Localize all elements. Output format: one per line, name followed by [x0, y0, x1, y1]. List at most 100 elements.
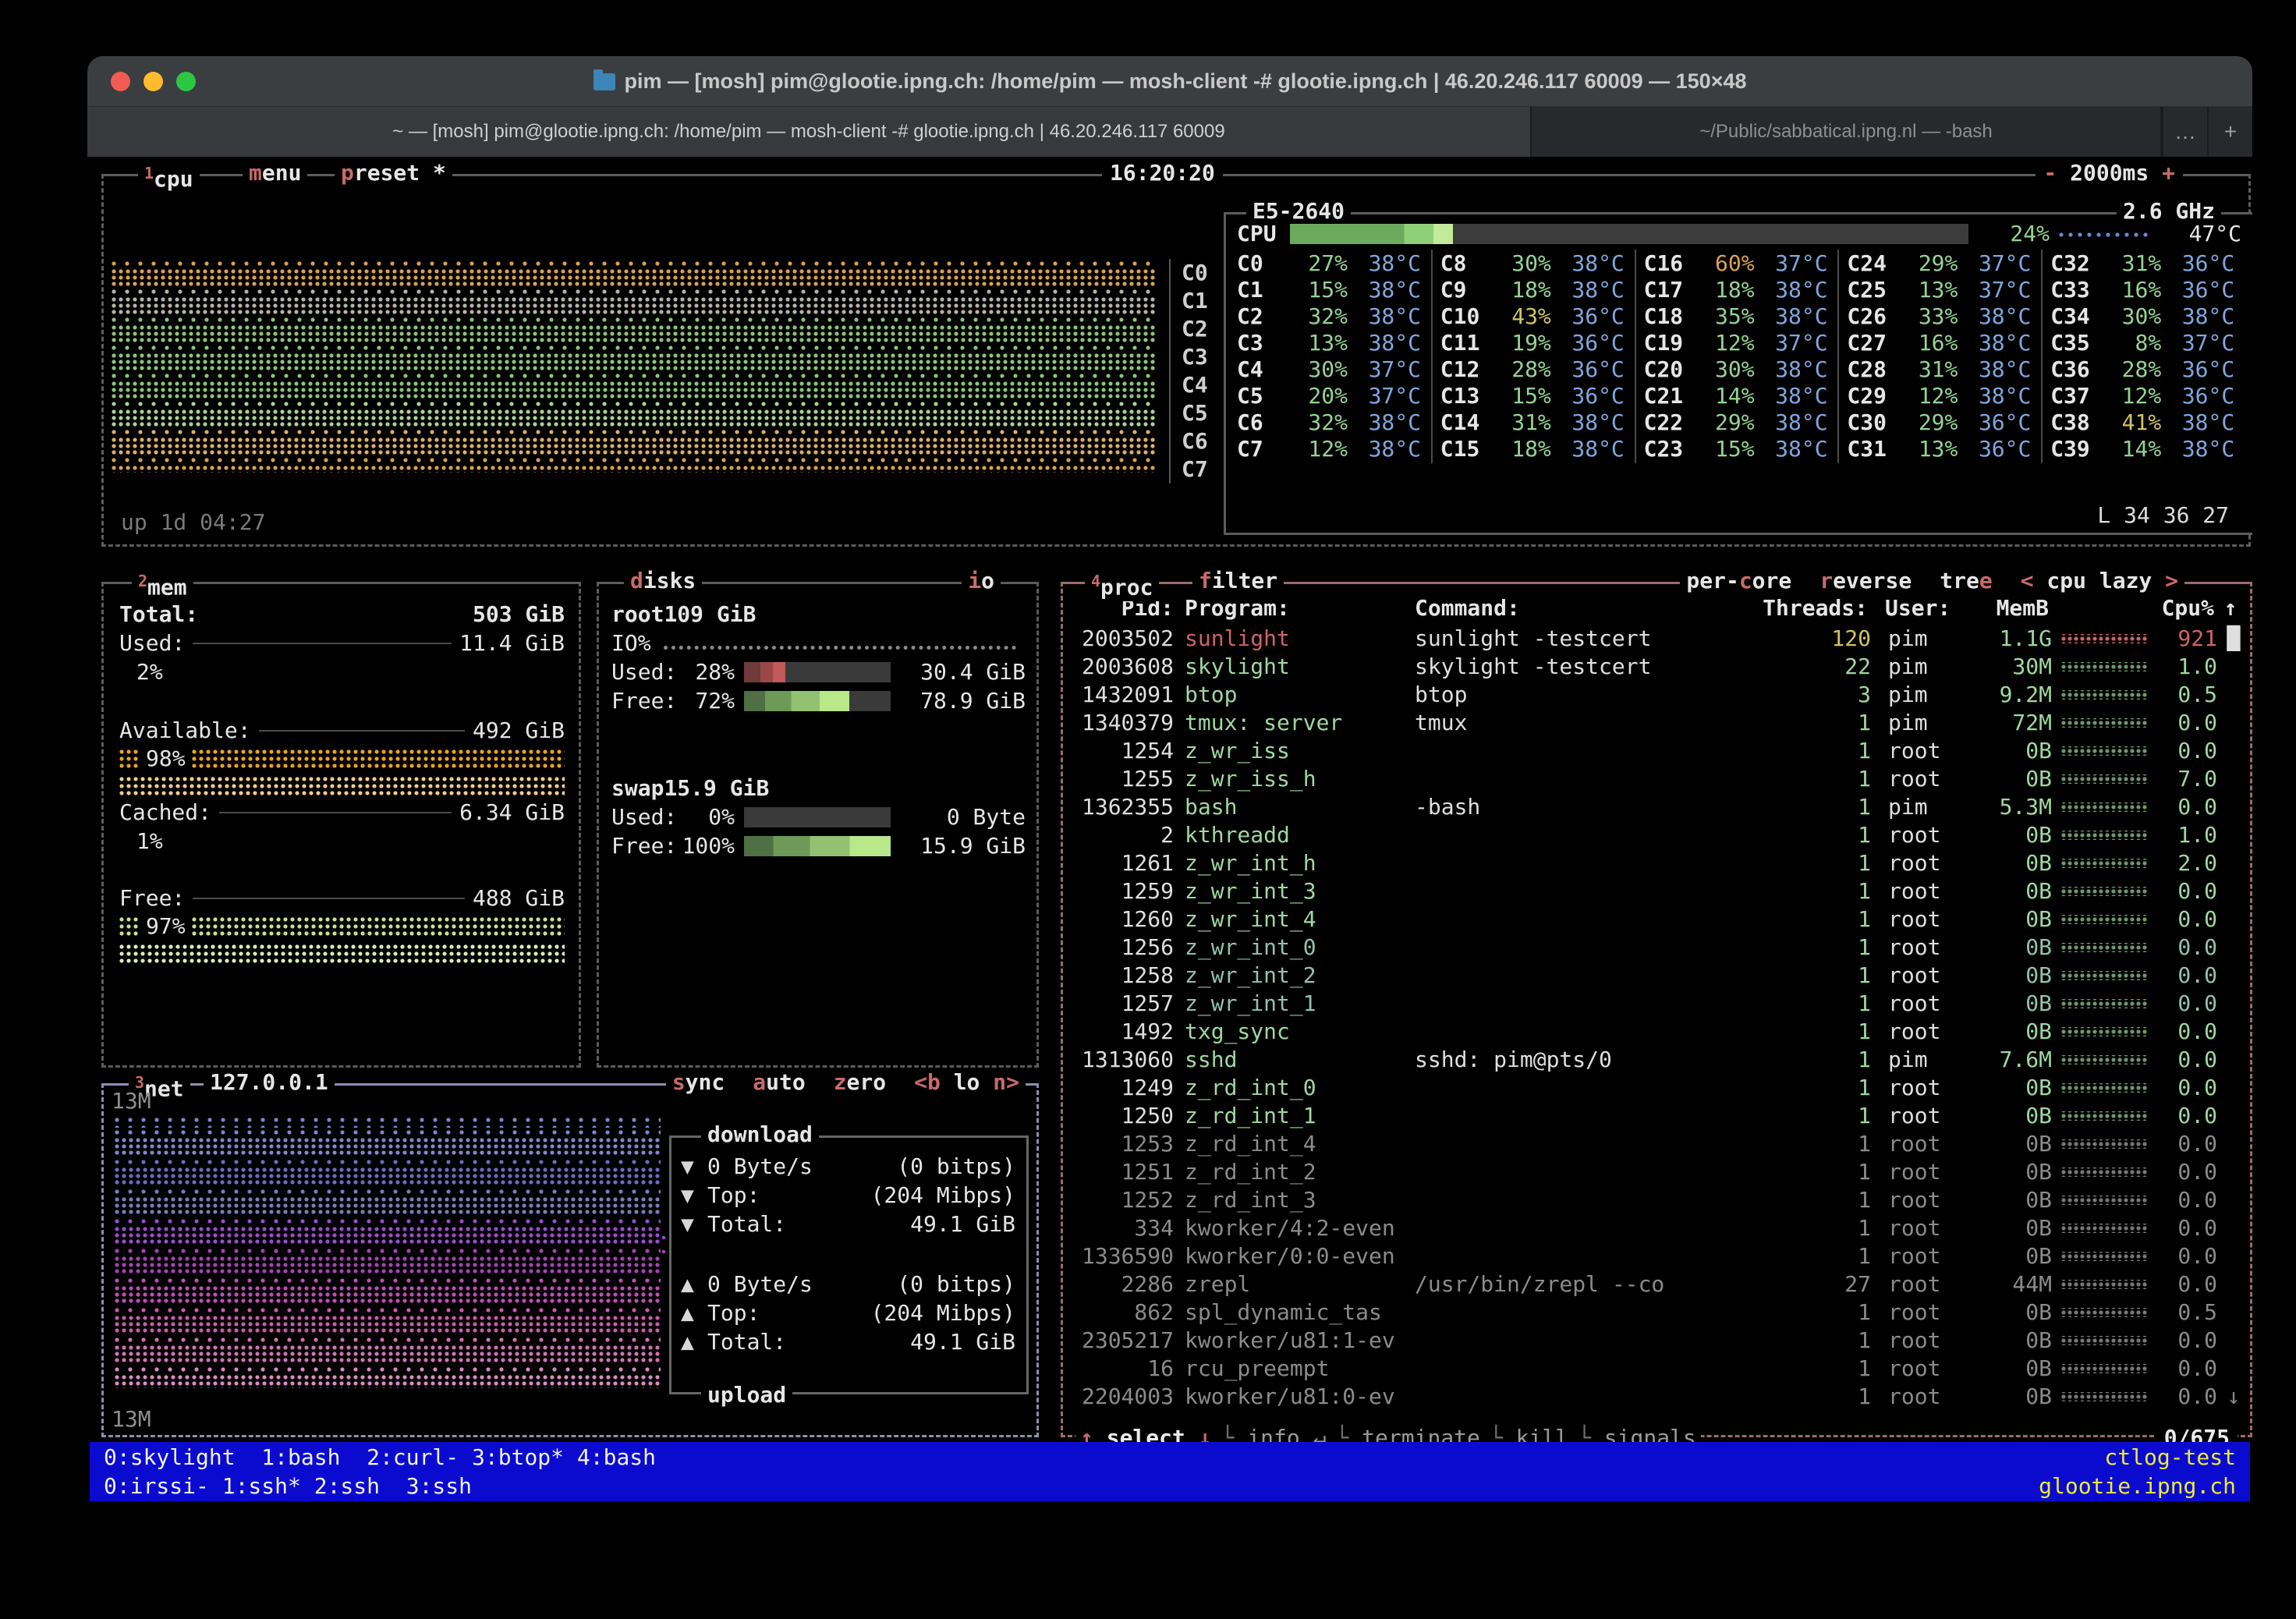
stat-label: Total:	[707, 1210, 910, 1238]
filter-button[interactable]: filter	[1192, 567, 1284, 595]
process-row[interactable]: 2003502 sunlight sunlight -testcert 120 …	[1072, 625, 2245, 653]
scroll-up-icon[interactable]: ↑	[2219, 594, 2242, 622]
menu-button[interactable]: menu	[243, 159, 307, 187]
process-program: spl_dynamic_tas	[1185, 1298, 1407, 1327]
process-memory: 0B	[1974, 1130, 2052, 1158]
column-command[interactable]: Command:	[1415, 594, 1759, 622]
tab-overflow-button[interactable]: …	[2162, 107, 2207, 157]
process-row[interactable]: 1254 z_wr_iss 1 root 0B 0.0	[1072, 737, 2245, 765]
minimize-button[interactable]	[144, 72, 163, 91]
process-program: z_rd_int_4	[1185, 1130, 1407, 1158]
process-row[interactable]: 1253 z_rd_int_4 1 root 0B 0.0	[1072, 1130, 2245, 1158]
sort-next[interactable]: >	[2152, 568, 2178, 593]
tmux-windows-line1[interactable]: 0:skylight 1:bash 2:curl- 3:btop* 4:bash	[104, 1444, 656, 1472]
net-graph-band	[115, 1189, 661, 1215]
core-percent: 13%	[1897, 276, 1958, 304]
process-pid: 1261	[1072, 849, 1174, 877]
core-cell: C1835%38°C	[1635, 303, 1838, 331]
process-row[interactable]: 2003608 skylight skylight -testcert 22 p…	[1072, 653, 2245, 681]
process-row[interactable]: 1313060 sshd sshd: pim@pts/0 1 pim 7.6M …	[1072, 1046, 2245, 1074]
process-row[interactable]: 1249 z_rd_int_0 1 root 0B 0.0	[1072, 1074, 2245, 1102]
net-graph-band	[115, 1337, 661, 1363]
column-cpu[interactable]: Cpu%	[2152, 594, 2214, 622]
switch-next[interactable]: n>	[993, 1069, 1019, 1095]
load-average: L 34 36 27	[2097, 501, 2229, 530]
core-id: C13	[1440, 382, 1490, 410]
process-row[interactable]: 1252 z_rd_int_3 1 root 0B 0.0	[1072, 1186, 2245, 1214]
network-interface[interactable]: 127.0.0.1	[204, 1068, 335, 1096]
interval-decrease-button[interactable]: -	[2043, 160, 2070, 186]
mem-cached-label: Cached:	[119, 799, 211, 827]
process-row[interactable]: 1258 z_wr_int_2 1 root 0B 0.0	[1072, 962, 2245, 990]
process-row[interactable]: 1251 z_rd_int_2 1 root 0B 0.0	[1072, 1158, 2245, 1186]
process-pid: 1432091	[1072, 681, 1174, 709]
sort-switcher[interactable]: < cpu lazy >	[2021, 567, 2178, 595]
process-row[interactable]: 1250 z_rd_int_1 1 root 0B 0.0	[1072, 1102, 2245, 1130]
network-option-button[interactable]: zero	[834, 1068, 886, 1096]
process-row[interactable]: 1257 z_wr_int_1 1 root 0B 0.0	[1072, 990, 2245, 1018]
process-row[interactable]: 1336590 kworker/0:0-even 1 root 0B 0.0	[1072, 1242, 2245, 1270]
process-row[interactable]: 1261 z_wr_int_h 1 root 0B 2.0	[1072, 849, 2245, 877]
process-row[interactable]: 1362355 bash -bash 1 pim 5.3M 0.0	[1072, 793, 2245, 821]
tab-bash-session[interactable]: ~/Public/sabbatical.ipng.nl — -bash	[1532, 107, 2162, 157]
column-threads[interactable]: Threads:	[1759, 594, 1868, 622]
io-toggle[interactable]: io	[962, 567, 1001, 595]
folder-icon	[593, 73, 615, 90]
process-cpu-percent: 0.0	[2155, 1327, 2217, 1355]
process-row[interactable]: 334 kworker/4:2-even 1 root 0B 0.0	[1072, 1214, 2245, 1242]
column-user[interactable]: User:	[1885, 594, 1971, 622]
process-option-button[interactable]: per-core	[1686, 567, 1791, 595]
process-row[interactable]: 1260 z_wr_int_4 1 root 0B 0.0	[1072, 905, 2245, 933]
core-cell: C830%38°C	[1431, 250, 1635, 278]
cpu-history-dots	[2061, 634, 2149, 643]
new-tab-button[interactable]: +	[2207, 107, 2252, 157]
process-row[interactable]: 1255 z_wr_iss_h 1 root 0B 7.0	[1072, 765, 2245, 793]
tmux-windows-line2[interactable]: 0:irssi- 1:ssh* 2:ssh 3:ssh	[104, 1472, 472, 1500]
interface-switcher[interactable]: <b lo n>	[914, 1068, 1019, 1096]
process-cpu-percent: 0.0	[2155, 1130, 2217, 1158]
core-id: C19	[1644, 329, 1694, 357]
core-percent: 30%	[1490, 250, 1551, 278]
network-option-button[interactable]: sync	[672, 1068, 725, 1096]
process-row[interactable]: 1256 z_wr_int_0 1 root 0B 0.0	[1072, 933, 2245, 962]
scrollbar-marker[interactable]: █	[2222, 625, 2245, 653]
cpu-panel-title[interactable]: 1cpu	[138, 159, 200, 193]
process-row[interactable]: 16 rcu_preempt 1 root 0B 0.0	[1072, 1355, 2245, 1383]
process-cpu-percent: 0.5	[2155, 1298, 2217, 1327]
preset-button[interactable]: preset *	[335, 159, 452, 187]
core-temp: 38°C	[1958, 329, 2031, 357]
column-memory[interactable]: MemB	[1971, 594, 2049, 622]
process-row[interactable]: 1432091 btop btop 3 pim 9.2M 0.5	[1072, 681, 2245, 709]
core-percent: 30%	[1287, 356, 1348, 384]
process-row[interactable]: 2 kthreadd 1 root 0B 1.0	[1072, 821, 2245, 849]
memory-panel-title[interactable]: 2mem	[132, 567, 193, 601]
interval-increase-button[interactable]: +	[2149, 160, 2175, 186]
column-program[interactable]: Program:	[1185, 594, 1407, 622]
process-program: skylight	[1185, 653, 1407, 681]
process-row[interactable]: 1340379 tmux: server tmux 1 pim 72M 0.0	[1072, 709, 2245, 737]
process-panel-title[interactable]: 4proc	[1085, 567, 1159, 601]
process-pid: 334	[1072, 1214, 1174, 1242]
process-threads: 3	[1762, 681, 1871, 709]
process-row[interactable]: 1259 z_wr_int_3 1 root 0B 0.0	[1072, 877, 2245, 905]
network-option-button[interactable]: auto	[753, 1068, 805, 1096]
download-stat-row: ▼Top:(204 Mibps)	[681, 1181, 1015, 1210]
graph-dots-sparse	[115, 1218, 661, 1226]
process-row[interactable]: 862 spl_dynamic_tas 1 root 0B 0.5	[1072, 1298, 2245, 1327]
process-option-button[interactable]: reverse	[1819, 567, 1912, 595]
switch-prev[interactable]: <b	[914, 1069, 941, 1095]
core-temp: 38°C	[1348, 435, 1421, 463]
tab-mosh-session[interactable]: ~ — [mosh] pim@glootie.ipng.ch: /home/pi…	[87, 107, 1532, 157]
process-row[interactable]: 2204003 kworker/u81:0-ev 1 root 0B 0.0 ↓	[1072, 1383, 2245, 1411]
scrollbar-marker[interactable]: ↓	[2222, 1383, 2245, 1411]
disks-panel-title[interactable]: disks	[624, 567, 702, 595]
close-button[interactable]	[111, 72, 130, 91]
process-option-button[interactable]: tree	[1940, 567, 1992, 595]
process-memory: 0B	[1974, 1242, 2052, 1270]
process-row[interactable]: 2286 zrepl /usr/bin/zrepl --co 27 root 4…	[1072, 1270, 2245, 1298]
process-row[interactable]: 1492 txg_sync 1 root 0B 0.0	[1072, 1018, 2245, 1046]
zoom-button[interactable]	[176, 72, 196, 91]
process-row[interactable]: 2305217 kworker/u81:1-ev 1 root 0B 0.0	[1072, 1327, 2245, 1355]
core-cell: C2716%38°C	[1837, 329, 2041, 357]
sort-prev[interactable]: <	[2021, 568, 2047, 593]
